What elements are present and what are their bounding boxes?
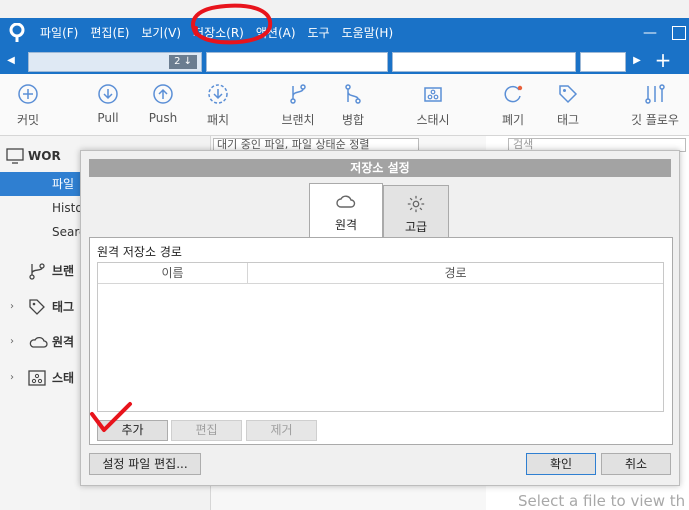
patch-button[interactable]: 패치 (190, 82, 246, 128)
sidebar-item-label: 스태 (52, 371, 75, 385)
tag-button[interactable]: 태그 (540, 82, 596, 128)
app-logo-icon (0, 18, 34, 48)
sidebar-item-label: Searc (52, 225, 80, 239)
menu-bar: 파일(F) 편집(E) 보기(V) 저장소(R) 액션(A) 도구 도움말(H)… (0, 18, 689, 48)
toolbar: 커밋 Pull Push 패치 브랜치 병합 스태시 폐기 태그 깃 플로우 (0, 74, 689, 136)
tag-label: 태그 (556, 113, 580, 127)
git-flow-label: 깃 플로우 (631, 113, 679, 127)
stash-icon (28, 370, 46, 386)
menu-help[interactable]: 도움말(H) (336, 18, 400, 48)
cloud-icon (29, 336, 48, 348)
column-header-path[interactable]: 경로 (248, 263, 663, 284)
branch-icon (29, 263, 45, 280)
repo-tab-strip: ◀ 2 ↓ ▶ + (0, 48, 689, 74)
sidebar-item-workspace[interactable]: WOR (0, 144, 80, 168)
cancel-button[interactable]: 취소 (601, 453, 671, 475)
tag-icon (29, 299, 45, 315)
remote-paths-label: 원격 저장소 경로 (97, 245, 182, 259)
edit-remote-button[interactable]: 편집 (171, 420, 242, 441)
dialog-title: 저장소 설정 (89, 159, 671, 177)
expand-chevron-icon[interactable]: › (10, 330, 14, 354)
menu-view[interactable]: 보기(V) (135, 18, 187, 48)
tab-remotes-label: 원격 (334, 218, 358, 232)
sidebar: WOR 파일 Histo Searc 브랜 › 태그 › 원격 › 스태 (0, 136, 80, 510)
commit-label: 커밋 (16, 113, 40, 127)
git-flow-button[interactable]: 깃 플로우 (620, 82, 689, 128)
menu-repository[interactable]: 저장소(R) (187, 18, 250, 48)
stash-label: 스태시 (416, 113, 450, 127)
branch-button[interactable]: 브랜치 (270, 82, 326, 128)
commit-button[interactable]: 커밋 (0, 82, 56, 128)
push-icon (153, 84, 173, 104)
sidebar-item-search[interactable]: Searc (0, 220, 80, 244)
patch-icon (208, 84, 228, 104)
push-button[interactable]: Push (135, 82, 191, 125)
expand-chevron-icon[interactable]: › (10, 366, 14, 390)
sidebar-item-tags[interactable]: › 태그 (0, 295, 80, 319)
pull-label: Pull (97, 111, 119, 125)
menu-file[interactable]: 파일(F) (34, 18, 84, 48)
discard-button[interactable]: 폐기 (485, 82, 541, 128)
tab-remotes[interactable]: 원격 (309, 183, 383, 237)
pull-button[interactable]: Pull (80, 82, 136, 125)
repo-tab[interactable]: 2 ↓ (28, 52, 202, 72)
sidebar-item-label: 태그 (52, 300, 75, 314)
new-tab-button[interactable]: + (648, 48, 678, 74)
add-remote-button[interactable]: 추가 (97, 420, 168, 441)
sidebar-item-label: 브랜 (52, 264, 75, 278)
maximize-button[interactable] (672, 26, 686, 40)
merge-icon (345, 84, 361, 104)
patch-label: 패치 (206, 113, 230, 127)
tab-advanced[interactable]: 고급 (383, 185, 449, 237)
stash-button[interactable]: 스태시 (405, 82, 461, 128)
repo-tab[interactable] (392, 52, 576, 72)
merge-label: 병합 (341, 113, 365, 127)
cloud-icon (336, 195, 356, 208)
pull-icon (98, 84, 118, 104)
branch-icon (290, 84, 306, 104)
sidebar-item-label: Histo (52, 201, 80, 215)
repo-tab[interactable] (206, 52, 388, 72)
pending-badge: 2 ↓ (169, 55, 197, 69)
gear-icon (407, 195, 425, 213)
ok-button[interactable]: 확인 (526, 453, 596, 475)
sidebar-item-label: WOR (28, 149, 61, 163)
remotes-list[interactable]: 이름 경로 (97, 262, 664, 412)
sidebar-item-label: 파일 (52, 177, 75, 191)
branch-label: 브랜치 (281, 113, 315, 127)
discard-label: 폐기 (501, 113, 525, 127)
expand-chevron-icon[interactable]: › (10, 295, 14, 319)
menu-tools[interactable]: 도구 (302, 18, 336, 48)
commit-icon (18, 84, 38, 104)
sidebar-item-history[interactable]: Histo (0, 196, 80, 220)
menu-edit[interactable]: 편집(E) (84, 18, 135, 48)
sidebar-item-branches[interactable]: 브랜 (0, 259, 80, 283)
stash-icon (424, 87, 442, 102)
sidebar-item-remotes[interactable]: › 원격 (0, 330, 80, 354)
column-header-name[interactable]: 이름 (98, 263, 248, 284)
monitor-icon (6, 148, 24, 164)
tag-icon (559, 85, 578, 104)
push-label: Push (148, 111, 178, 125)
sidebar-item-label: 원격 (52, 335, 75, 349)
sidebar-item-file-status[interactable]: 파일 (0, 172, 80, 196)
sidebar-item-stashes[interactable]: › 스태 (0, 366, 80, 390)
merge-button[interactable]: 병합 (325, 82, 381, 128)
remove-remote-button[interactable]: 제거 (246, 420, 317, 441)
edit-config-file-button[interactable]: 설정 파일 편집... (89, 453, 201, 475)
tab-scroll-right-icon[interactable]: ▶ (630, 48, 644, 74)
minimize-button[interactable]: — (640, 18, 660, 48)
menu-actions[interactable]: 액션(A) (250, 18, 302, 48)
tab-advanced-label: 고급 (404, 220, 428, 234)
repo-tab[interactable] (580, 52, 626, 72)
discard-icon (504, 85, 523, 103)
repository-settings-dialog: 저장소 설정 원격 고급 원격 저장소 경로 이름 경로 추가 편집 제거 설정… (80, 150, 680, 486)
git-flow-icon (645, 84, 665, 104)
select-file-hint: Select a file to view th (518, 492, 686, 510)
remotes-panel: 원격 저장소 경로 이름 경로 추가 편집 제거 (89, 237, 673, 445)
tab-scroll-left-icon[interactable]: ◀ (4, 48, 18, 74)
